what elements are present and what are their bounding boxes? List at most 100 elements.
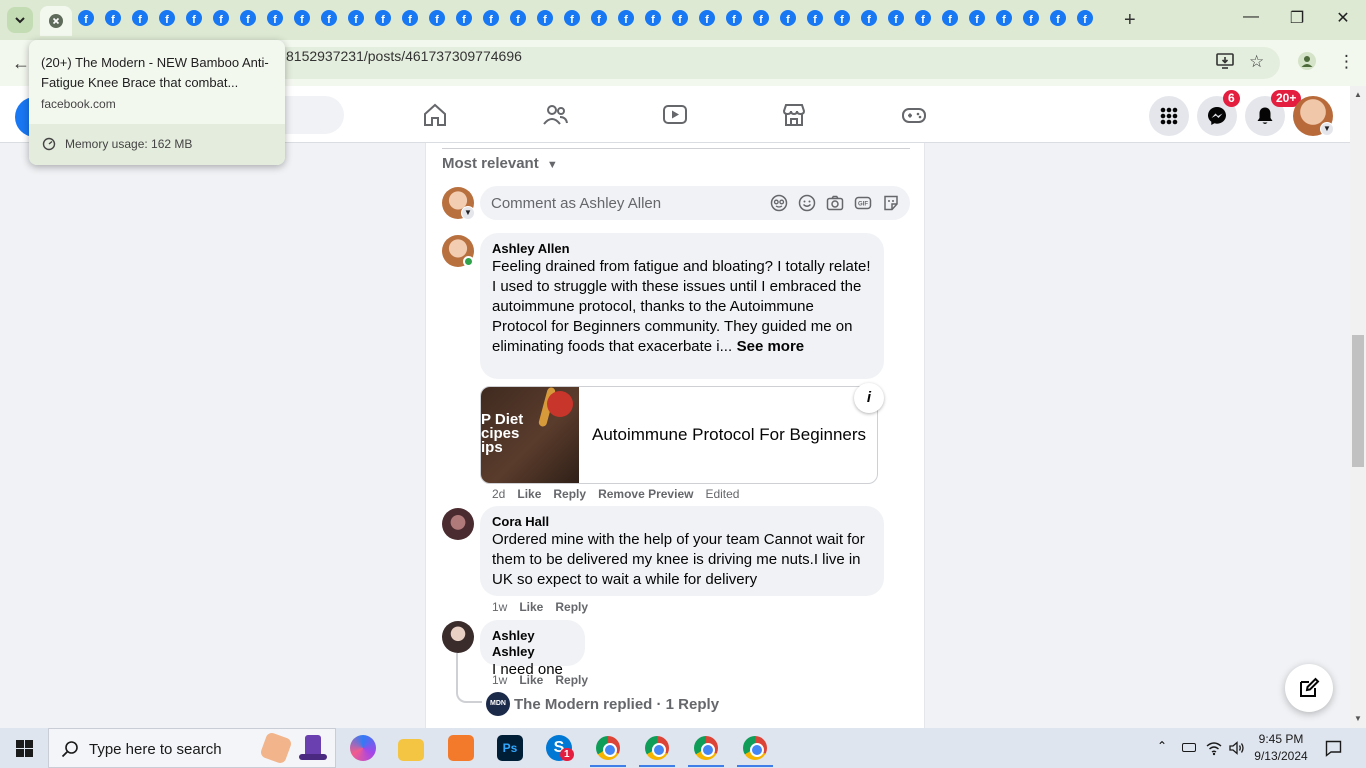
comment-author[interactable]: Ashley Ashley <box>492 628 573 660</box>
scroll-down-arrow[interactable]: ▼ <box>1352 714 1364 723</box>
back-arrow-icon[interactable]: ← <box>12 53 30 74</box>
clock-time[interactable]: 9:45 PM <box>1246 732 1316 746</box>
tab-search-button[interactable] <box>7 7 33 33</box>
chrome-icon[interactable] <box>694 736 718 760</box>
notification-center-icon[interactable] <box>1325 740 1342 757</box>
clock-date[interactable]: 9/13/2024 <box>1246 749 1316 763</box>
facebook-tab-favicon-icon[interactable]: f <box>429 10 445 26</box>
scrollbar-thumb[interactable] <box>1352 335 1364 467</box>
facebook-tab-favicon-icon[interactable]: f <box>861 10 877 26</box>
facebook-tab-favicon-icon[interactable]: f <box>564 10 580 26</box>
bookmark-star-icon[interactable]: ☆ <box>1249 52 1264 72</box>
view-replies-link[interactable]: The Modern replied · 1 Reply <box>514 696 719 713</box>
comment-time[interactable]: 1w <box>492 673 507 687</box>
facebook-tab-favicon-icon[interactable]: f <box>780 10 796 26</box>
facebook-tab-favicon-icon[interactable]: f <box>807 10 823 26</box>
facebook-tab-favicon-icon[interactable]: f <box>321 10 337 26</box>
like-button[interactable]: Like <box>519 600 543 614</box>
facebook-tab-favicon-icon[interactable]: f <box>402 10 418 26</box>
comment-author[interactable]: Cora Hall <box>492 514 872 530</box>
facebook-tab-favicon-icon[interactable]: f <box>942 10 958 26</box>
facebook-tab-favicon-icon[interactable]: f <box>834 10 850 26</box>
facebook-tab-favicon-icon[interactable]: f <box>348 10 364 26</box>
facebook-tab-favicon-icon[interactable]: f <box>753 10 769 26</box>
facebook-tab-favicon-icon[interactable]: f <box>483 10 499 26</box>
facebook-tab-favicon-icon[interactable]: f <box>1077 10 1093 26</box>
active-tab[interactable] <box>40 6 72 36</box>
facebook-tab-favicon-icon[interactable]: f <box>888 10 904 26</box>
facebook-tab-favicon-icon[interactable]: f <box>645 10 661 26</box>
chrome-icon[interactable] <box>743 736 767 760</box>
facebook-tab-favicon-icon[interactable]: f <box>915 10 931 26</box>
gif-icon[interactable]: GIF <box>854 194 872 212</box>
avatar-sticker-icon[interactable] <box>770 194 788 212</box>
facebook-tab-favicon-icon[interactable]: f <box>996 10 1012 26</box>
composer-avatar-chevron-icon[interactable]: ▼ <box>461 206 475 220</box>
remove-preview-button[interactable]: Remove Preview <box>598 487 693 501</box>
facebook-tab-favicon-icon[interactable]: f <box>1050 10 1066 26</box>
facebook-tab-favicon-icon[interactable]: f <box>699 10 715 26</box>
like-button[interactable]: Like <box>519 673 543 687</box>
see-more-link[interactable]: See more <box>737 338 805 355</box>
facebook-tab-favicon-icon[interactable]: f <box>294 10 310 26</box>
facebook-tab-favicon-icon[interactable]: f <box>375 10 391 26</box>
facebook-tab-favicon-icon[interactable]: f <box>726 10 742 26</box>
preview-title[interactable]: Autoimmune Protocol For Beginners <box>592 425 866 445</box>
account-chevron-icon[interactable]: ▼ <box>1320 122 1334 136</box>
chrome-icon[interactable] <box>645 736 669 760</box>
menu-grid-button[interactable] <box>1149 96 1189 136</box>
like-button[interactable]: Like <box>517 487 541 501</box>
app-icon-orange[interactable] <box>448 735 474 761</box>
volume-icon[interactable] <box>1229 740 1245 756</box>
chrome-icon[interactable] <box>596 736 620 760</box>
video-icon[interactable] <box>662 102 688 128</box>
reply-button[interactable]: Reply <box>553 487 586 501</box>
comment-avatar[interactable] <box>442 508 474 540</box>
battery-icon[interactable] <box>1182 743 1196 752</box>
reply-button[interactable]: Reply <box>555 600 588 614</box>
more-menu-icon[interactable]: ⋮ <box>1338 52 1355 72</box>
sticker-icon[interactable] <box>882 194 900 212</box>
facebook-tab-favicon-icon[interactable]: f <box>240 10 256 26</box>
close-window-button[interactable]: ✕ <box>1328 8 1358 28</box>
comment-input[interactable]: Comment as Ashley Allen GIF <box>480 186 910 220</box>
link-preview-card[interactable]: P Diet cipes ips Autoimmune Protocol For… <box>480 386 878 484</box>
profile-icon[interactable] <box>1298 52 1316 70</box>
photoshop-icon[interactable]: Ps <box>497 735 523 761</box>
minimize-button[interactable]: — <box>1236 8 1266 26</box>
comment-author[interactable]: Ashley Allen <box>492 241 872 257</box>
wifi-icon[interactable] <box>1206 740 1222 756</box>
home-icon[interactable] <box>422 102 448 128</box>
marketplace-icon[interactable] <box>781 102 807 128</box>
copilot-icon[interactable] <box>350 735 376 761</box>
facebook-tab-favicon-icon[interactable]: f <box>1023 10 1039 26</box>
install-app-icon[interactable] <box>1216 52 1234 70</box>
facebook-tab-favicon-icon[interactable]: f <box>456 10 472 26</box>
comment-sort-dropdown[interactable]: Most relevant ▼ <box>442 155 558 172</box>
url-text[interactable]: 8152937231/posts/461737309774696 <box>286 48 522 64</box>
facebook-tab-favicon-icon[interactable]: f <box>159 10 175 26</box>
facebook-tab-favicon-icon[interactable]: f <box>132 10 148 26</box>
facebook-tab-favicon-icon[interactable]: f <box>618 10 634 26</box>
facebook-tab-favicon-icon[interactable]: f <box>213 10 229 26</box>
facebook-tab-favicon-icon[interactable]: f <box>267 10 283 26</box>
facebook-tab-favicon-icon[interactable]: f <box>672 10 688 26</box>
new-message-button[interactable] <box>1285 664 1333 712</box>
close-tab-icon[interactable] <box>49 14 63 28</box>
facebook-tab-favicon-icon[interactable]: f <box>591 10 607 26</box>
facebook-tab-favicon-icon[interactable]: f <box>969 10 985 26</box>
facebook-tab-favicon-icon[interactable]: f <box>105 10 121 26</box>
facebook-tab-favicon-icon[interactable]: f <box>78 10 94 26</box>
page-avatar[interactable]: MDN <box>486 692 510 716</box>
comment-avatar[interactable] <box>442 621 474 653</box>
gaming-icon[interactable] <box>901 102 927 128</box>
comment-time[interactable]: 2d <box>492 487 505 501</box>
comment-time[interactable]: 1w <box>492 600 507 614</box>
new-tab-button[interactable]: + <box>1124 10 1136 30</box>
scroll-up-arrow[interactable]: ▲ <box>1352 90 1364 99</box>
taskbar-search[interactable]: Type here to search <box>48 728 336 768</box>
emoji-icon[interactable] <box>798 194 816 212</box>
chevron-up-icon[interactable]: ⌃ <box>1157 739 1167 753</box>
facebook-tab-favicon-icon[interactable]: f <box>537 10 553 26</box>
windows-start-icon[interactable] <box>16 740 33 757</box>
